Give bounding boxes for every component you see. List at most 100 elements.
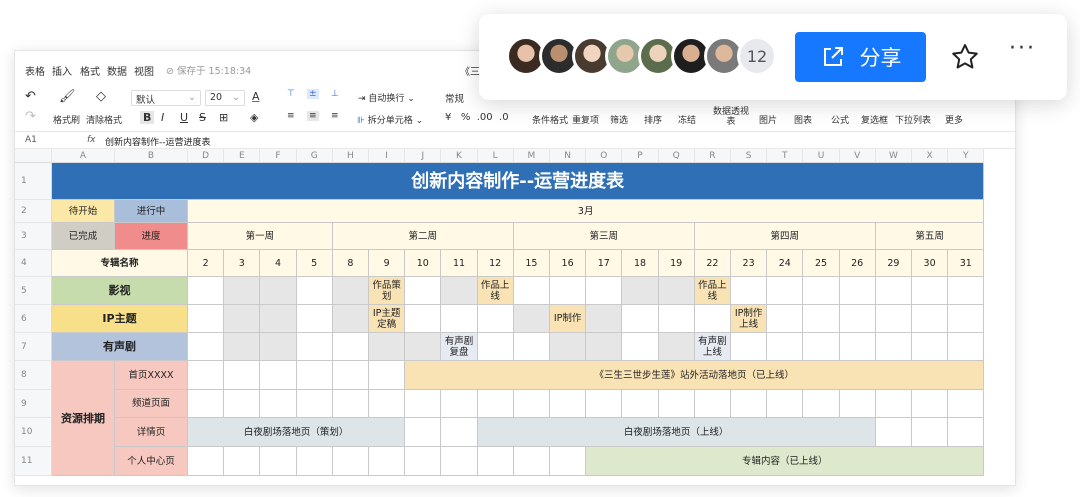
grid-cell[interactable] bbox=[260, 447, 297, 476]
wrap-text-button[interactable]: ⇥ 自动换行 ⌄ bbox=[358, 91, 415, 104]
grid-cell[interactable] bbox=[658, 277, 695, 305]
grid-cell[interactable] bbox=[803, 305, 840, 333]
date-header[interactable]: 8 bbox=[332, 250, 369, 277]
collaborator-count-badge[interactable]: 12 bbox=[737, 36, 777, 76]
grid-cell[interactable] bbox=[767, 277, 804, 305]
grid-cell[interactable] bbox=[441, 390, 478, 418]
grid-cell[interactable] bbox=[875, 277, 912, 305]
star-icon[interactable] bbox=[950, 42, 980, 76]
grid-cell[interactable] bbox=[912, 333, 949, 361]
column-header[interactable]: Y bbox=[948, 149, 985, 163]
grid-cell[interactable] bbox=[875, 390, 912, 418]
sort-button[interactable]: 排序 bbox=[644, 113, 662, 126]
date-header[interactable]: 17 bbox=[586, 250, 623, 277]
grid-cell[interactable] bbox=[948, 305, 985, 333]
column-header[interactable]: A bbox=[52, 149, 115, 163]
grid-cell[interactable] bbox=[948, 418, 985, 447]
grid-cell[interactable] bbox=[550, 333, 587, 361]
grid-cell[interactable] bbox=[513, 390, 550, 418]
pivot-table-button[interactable]: 数据透视表 bbox=[712, 107, 750, 127]
grid-cell[interactable] bbox=[332, 361, 369, 390]
grid-cell[interactable] bbox=[731, 333, 768, 361]
column-header[interactable]: P bbox=[622, 149, 659, 163]
grid-cell[interactable] bbox=[441, 277, 478, 305]
grid-cell[interactable] bbox=[948, 390, 985, 418]
grid-cell[interactable] bbox=[731, 390, 768, 418]
grid-cell[interactable] bbox=[875, 305, 912, 333]
task-film-launch[interactable]: 作品上线 bbox=[694, 277, 731, 305]
column-header[interactable]: G bbox=[296, 149, 333, 163]
date-header[interactable]: 12 bbox=[477, 250, 514, 277]
grid-cell[interactable] bbox=[586, 390, 623, 418]
grid-cell[interactable] bbox=[839, 390, 876, 418]
align-top-icon[interactable]: ⊤ bbox=[287, 89, 295, 99]
row-header[interactable]: 5 bbox=[15, 277, 52, 305]
date-header[interactable]: 25 bbox=[803, 250, 840, 277]
task-detail-launch[interactable]: 白夜剧场落地页（上线） bbox=[477, 418, 876, 447]
currency-percent-icons[interactable]: ¥ % .00 .0 bbox=[445, 112, 509, 123]
resource-subrow[interactable]: 首页XXXX bbox=[115, 361, 188, 390]
date-header[interactable]: 3 bbox=[224, 250, 261, 277]
grid-cell[interactable] bbox=[188, 333, 225, 361]
column-header[interactable]: F bbox=[260, 149, 297, 163]
grid-cell[interactable] bbox=[912, 418, 949, 447]
resource-subrow[interactable]: 频道页面 bbox=[115, 390, 188, 418]
grid-cell[interactable] bbox=[405, 418, 442, 447]
format-painter-icon[interactable]: 🖌 bbox=[59, 89, 76, 104]
date-header[interactable]: 10 bbox=[405, 250, 442, 277]
grid-cell[interactable] bbox=[803, 333, 840, 361]
date-header[interactable]: 23 bbox=[731, 250, 768, 277]
grid-cell[interactable] bbox=[912, 390, 949, 418]
grid-cell[interactable] bbox=[694, 305, 731, 333]
grid-cell[interactable] bbox=[803, 277, 840, 305]
font-color-icon[interactable]: A bbox=[252, 90, 260, 103]
task-film-launch[interactable]: 作品上线 bbox=[477, 277, 514, 305]
grid-cell[interactable] bbox=[477, 447, 514, 476]
sheet-title[interactable]: 创新内容制作--运营进度表 bbox=[52, 163, 985, 200]
share-button[interactable]: 分享 bbox=[795, 32, 926, 82]
grid-cell[interactable] bbox=[405, 390, 442, 418]
grid-cell[interactable] bbox=[803, 390, 840, 418]
grid-cell[interactable] bbox=[332, 277, 369, 305]
task-ip-launch[interactable]: IP制作上线 bbox=[731, 305, 768, 333]
column-header[interactable]: B bbox=[115, 149, 188, 163]
category-ip[interactable]: IP主题 bbox=[52, 305, 188, 333]
column-header[interactable]: Q bbox=[658, 149, 695, 163]
grid-cell[interactable] bbox=[513, 305, 550, 333]
formula-button[interactable]: 公式 bbox=[831, 113, 849, 126]
column-header[interactable]: E bbox=[224, 149, 261, 163]
date-header[interactable]: 29 bbox=[875, 250, 912, 277]
menu-data[interactable]: 数据 bbox=[107, 63, 127, 78]
grid-cell[interactable] bbox=[224, 447, 261, 476]
grid-cell[interactable] bbox=[550, 277, 587, 305]
grid-cell[interactable] bbox=[622, 305, 659, 333]
date-header[interactable]: 5 bbox=[296, 250, 333, 277]
legend-pending[interactable]: 待开始 bbox=[52, 200, 115, 223]
date-header[interactable]: 4 bbox=[260, 250, 297, 277]
grid-cell[interactable] bbox=[658, 390, 695, 418]
date-header[interactable]: 30 bbox=[912, 250, 949, 277]
column-header[interactable]: O bbox=[586, 149, 623, 163]
grid-cell[interactable] bbox=[441, 447, 478, 476]
column-header[interactable]: R bbox=[694, 149, 731, 163]
date-header[interactable]: 18 bbox=[622, 250, 659, 277]
column-header[interactable]: D bbox=[188, 149, 225, 163]
grid-cell[interactable] bbox=[188, 361, 225, 390]
grid-cell[interactable] bbox=[912, 277, 949, 305]
grid-cell[interactable] bbox=[224, 361, 261, 390]
grid-cell[interactable] bbox=[188, 277, 225, 305]
grid-cell[interactable] bbox=[332, 333, 369, 361]
grid-cell[interactable] bbox=[296, 305, 333, 333]
legend-in-progress[interactable]: 进行中 bbox=[115, 200, 188, 223]
task-home-bar[interactable]: 《三生三世步生莲》站外活动落地页（已上线） bbox=[405, 361, 985, 390]
column-header[interactable]: H bbox=[332, 149, 369, 163]
grid-cell[interactable] bbox=[260, 305, 297, 333]
row-header[interactable]: 8 bbox=[15, 361, 52, 390]
font-select[interactable]: 默认 ⌄ bbox=[131, 90, 201, 106]
checkbox-button[interactable]: 复选框 bbox=[861, 113, 888, 126]
bold-icon[interactable]: B bbox=[140, 111, 155, 124]
grid-cell[interactable] bbox=[839, 305, 876, 333]
grid-cell[interactable] bbox=[188, 390, 225, 418]
grid-cell[interactable] bbox=[622, 390, 659, 418]
grid-cell[interactable] bbox=[513, 333, 550, 361]
